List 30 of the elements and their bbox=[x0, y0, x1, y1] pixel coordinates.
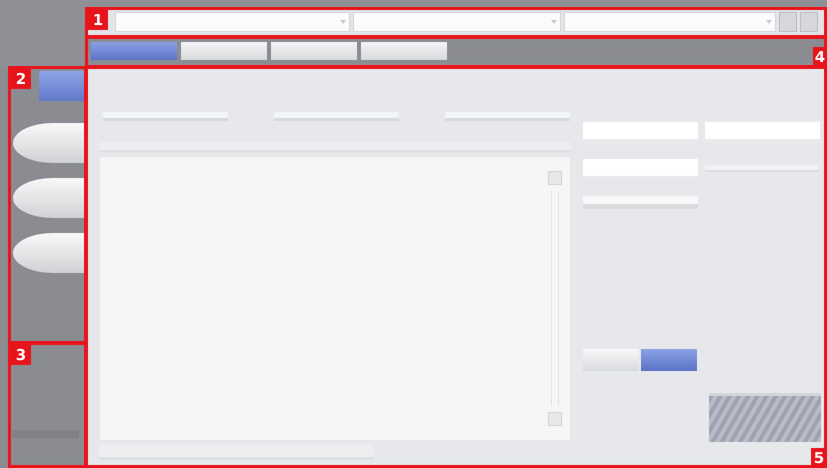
select-field[interactable] bbox=[583, 196, 698, 209]
tab[interactable] bbox=[181, 42, 267, 60]
caret-icon bbox=[766, 19, 772, 25]
tab[interactable] bbox=[91, 42, 177, 60]
tab[interactable] bbox=[271, 42, 357, 60]
sidebar-item[interactable] bbox=[39, 71, 85, 101]
input-field[interactable] bbox=[583, 159, 698, 179]
dropdown-field[interactable] bbox=[115, 12, 350, 32]
annotation-number: 2 bbox=[11, 69, 31, 89]
toolbar-button[interactable] bbox=[800, 12, 818, 32]
action-button[interactable] bbox=[641, 349, 697, 371]
annotation-number: 1 bbox=[88, 10, 108, 30]
scroll-up-button[interactable] bbox=[548, 171, 562, 185]
sidebar-strip bbox=[12, 430, 79, 438]
caret-icon bbox=[340, 19, 346, 25]
input-field[interactable] bbox=[583, 122, 698, 142]
scroll-down-button[interactable] bbox=[548, 412, 562, 426]
caret-icon bbox=[551, 19, 557, 25]
sidebar-item[interactable] bbox=[13, 123, 85, 163]
dropdown-field[interactable] bbox=[564, 12, 776, 32]
input-field[interactable] bbox=[705, 122, 820, 142]
annotation-number: 4 bbox=[813, 47, 827, 67]
sidebar-item[interactable] bbox=[13, 178, 85, 218]
annotation-number: 3 bbox=[11, 345, 31, 365]
toolbar-button[interactable] bbox=[779, 12, 797, 32]
annotation-number: 5 bbox=[811, 448, 827, 468]
action-button[interactable] bbox=[583, 349, 639, 371]
sidebar-item[interactable] bbox=[13, 233, 85, 273]
dropdown-field[interactable] bbox=[353, 12, 561, 32]
tab[interactable] bbox=[361, 42, 447, 60]
